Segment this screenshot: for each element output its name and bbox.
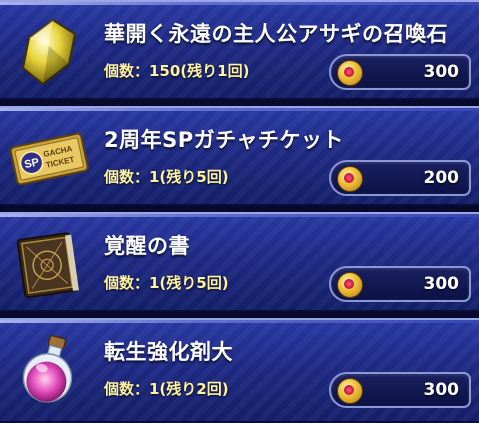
awakening-book-icon: [8, 224, 90, 304]
item-name: 転生強化剤大: [104, 340, 233, 364]
item-count: 個数：150(残り1回): [104, 62, 250, 80]
gacha-ticket-icon: SP GACHA TICKET: [8, 118, 90, 198]
item-count: 個数：1(残り5回): [104, 168, 229, 186]
exchange-item-row[interactable]: 華開く永遠の主人公アサギの召喚石 個数：150(残り1回) 300: [0, 0, 479, 100]
item-count: 個数：1(残り5回): [104, 274, 229, 292]
item-price: 300: [423, 380, 460, 400]
item-count: 個数：1(残り2回): [104, 380, 229, 398]
exchange-item-row[interactable]: 転生強化剤大 個数：1(残り2回) 300: [0, 318, 479, 423]
exchange-item-row[interactable]: SP GACHA TICKET 2周年SPガチャチケット 個数：1(残り5回) …: [0, 106, 479, 206]
exchange-item-row[interactable]: 覚醒の書 個数：1(残り5回) 300: [0, 212, 479, 312]
price-button[interactable]: 300: [329, 372, 471, 408]
price-button[interactable]: 200: [329, 160, 471, 196]
item-name: 2周年SPガチャチケット: [104, 128, 344, 152]
potion-bottle-icon: [8, 330, 90, 410]
coin-icon: [337, 166, 363, 192]
yellow-gem-icon: [8, 12, 90, 92]
coin-icon: [337, 378, 363, 404]
item-name: 覚醒の書: [104, 234, 190, 258]
item-price: 200: [423, 168, 460, 188]
price-button[interactable]: 300: [329, 266, 471, 302]
item-price: 300: [423, 62, 460, 82]
price-button[interactable]: 300: [329, 54, 471, 90]
coin-icon: [337, 272, 363, 298]
exchange-item-list: 華開く永遠の主人公アサギの召喚石 個数：150(残り1回) 300 SP GAC…: [0, 0, 479, 423]
item-price: 300: [423, 274, 460, 294]
coin-icon: [337, 60, 363, 86]
item-name: 華開く永遠の主人公アサギの召喚石: [104, 22, 448, 46]
